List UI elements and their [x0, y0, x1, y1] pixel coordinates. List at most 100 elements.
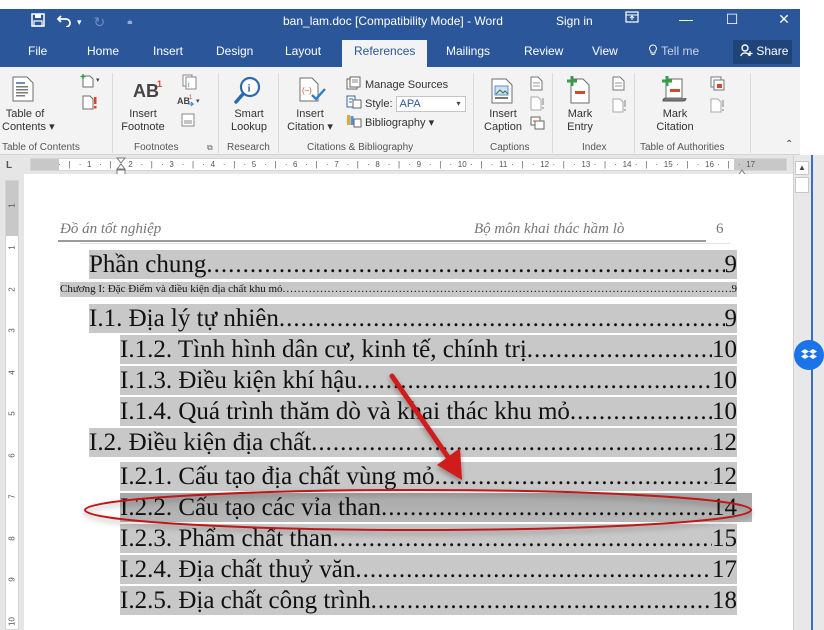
ruler-tick-mark: | — [150, 160, 153, 169]
update-table-icon[interactable] — [82, 95, 98, 115]
title-bar: ▾ ↻ ⩧ ban_lam.doc [Compatibility Mode] -… — [0, 9, 800, 35]
toc-entry[interactable]: Phần chung..............................… — [89, 250, 737, 279]
tab-view[interactable]: View — [592, 44, 618, 58]
group-separator — [552, 73, 553, 153]
toc-entry[interactable]: I.2.4. Địa chất thuỷ văn................… — [120, 555, 737, 584]
toc-entry-title: I.2. Điều kiện địa chất — [89, 429, 312, 456]
horizontal-ruler[interactable]: 1 · | · 2 · | · 3 · | · 4 · | · 5 · | · 6 · | · 7 · | · 8 · | · 9 · | · 10 · |… — [30, 158, 787, 171]
ruler-tick-label: 9 — [416, 160, 422, 169]
mark-entry-icon[interactable] — [566, 76, 592, 109]
ruler-tick-mark: · — [346, 160, 350, 169]
toc-entry[interactable]: I.2.1. Cấu tạo địa chất vùng mỏ.........… — [120, 462, 737, 491]
add-text-icon[interactable]: ▾ — [80, 74, 102, 93]
insert-citation-icon[interactable]: (–) — [299, 77, 327, 108]
insert-endnote-icon[interactable]: i — [182, 74, 198, 95]
ruler-tick-mark: · — [614, 160, 617, 169]
tab-home[interactable]: Home — [87, 44, 119, 58]
toc-entry[interactable]: I.1.2. Tình hình dân cư, kinh tế, chính … — [120, 335, 737, 364]
toc-entry-page: 9 — [724, 251, 738, 278]
ruler-tick-label: 10 — [457, 160, 467, 169]
toc-entry[interactable]: I.1.4. Quá trình thăm dò và khai thác kh… — [120, 397, 737, 426]
toc-entry[interactable]: I.2.5. Địa chất công trình..............… — [120, 586, 737, 615]
tab-file[interactable]: File — [28, 44, 47, 58]
insert-citation-button[interactable]: Insert Citation ▾ — [284, 108, 336, 134]
maximize-button[interactable]: ☐ — [720, 11, 744, 28]
group-separator — [218, 73, 219, 153]
insert-index-icon[interactable] — [612, 76, 625, 96]
insert-footnote-button[interactable]: Insert Footnote — [118, 108, 168, 134]
smart-lookup-button[interactable]: Smart Lookup — [226, 108, 272, 134]
page-header-left: Đồ án tốt nghiệp — [60, 221, 162, 237]
sign-in-link[interactable]: Sign in — [556, 14, 593, 28]
window-edge — [800, 9, 824, 155]
ruler-tick-mark: | — [686, 160, 689, 169]
undo-icon[interactable] — [56, 12, 73, 32]
save-icon[interactable] — [31, 12, 45, 32]
undo-dropdown-icon[interactable]: ▾ — [77, 12, 82, 32]
insert-footnote-icon[interactable]: AB 1 — [133, 79, 163, 104]
tab-insert[interactable]: Insert — [153, 44, 183, 58]
header-rule-shadow — [80, 243, 730, 244]
update-table-of-figures-icon[interactable] — [530, 96, 545, 116]
toc-entry-page: 10 — [712, 336, 737, 363]
ruler-tick-mark: · — [593, 160, 597, 169]
mark-citation-icon[interactable] — [660, 76, 690, 109]
manage-sources-button[interactable]: Manage Sources — [346, 76, 448, 93]
mark-citation-button[interactable]: Mark Citation — [652, 108, 698, 134]
citation-style-dropdown[interactable]: APA ▾ — [395, 95, 466, 112]
tab-review[interactable]: Review — [524, 44, 563, 58]
tab-selector-icon[interactable]: L — [6, 160, 12, 171]
close-button[interactable]: ✕ — [772, 11, 796, 28]
vertical-ruler[interactable]: 1 1 2 3 4 5 6 7 8 9 10 — [5, 180, 19, 630]
update-index-icon[interactable] — [612, 98, 627, 118]
ruler-tick-mark: · — [696, 160, 700, 169]
dropbox-icon[interactable] — [794, 340, 824, 370]
ruler-tick-mark: · — [161, 160, 164, 169]
ruler-tick-mark: | — [562, 160, 565, 169]
collapse-ribbon-icon[interactable]: ⌃ — [785, 139, 793, 150]
toc-entry[interactable]: I.2.3. Phẩm chất than...................… — [120, 524, 737, 553]
scrollbar-thumb[interactable] — [795, 177, 809, 193]
toc-entry-title: I.1.2. Tình hình dân cư, kinh tế, chính … — [120, 336, 527, 363]
bibliography-button[interactable]: Bibliography ▾ — [346, 114, 434, 131]
svg-text:1: 1 — [157, 79, 162, 89]
tab-design[interactable]: Design — [216, 44, 253, 58]
table-of-contents-button[interactable]: Table of Contents ▾ — [2, 108, 55, 134]
scroll-up-arrow-icon[interactable]: ▲ — [795, 161, 809, 175]
tell-me-box[interactable]: Tell me — [648, 44, 699, 58]
update-table-of-authorities-icon[interactable] — [710, 98, 725, 118]
dropdown-caret-icon: ▾ — [456, 98, 461, 108]
cross-reference-icon[interactable] — [530, 116, 545, 135]
tab-mailings[interactable]: Mailings — [446, 44, 490, 58]
toc-entry-title: I.2.3. Phẩm chất than — [120, 525, 333, 552]
next-footnote-icon[interactable]: AB 1 ▾ — [177, 94, 203, 113]
insert-caption-button[interactable]: Insert Caption — [480, 108, 526, 134]
customize-qat-icon[interactable]: ⩧ — [127, 12, 132, 32]
insert-caption-icon[interactable] — [491, 78, 513, 109]
toc-entry[interactable]: Chương I: Đặc Điểm và điều kiện địa chất… — [60, 282, 737, 297]
toc-entry[interactable]: I.2. Điều kiện địa chất.................… — [89, 428, 737, 457]
insert-table-of-authorities-icon[interactable] — [710, 76, 725, 96]
toc-entry[interactable]: I.1. Địa lý tự nhiên....................… — [89, 304, 737, 333]
ruler-tick-mark: | — [398, 160, 401, 169]
minimize-button[interactable]: — — [674, 11, 698, 27]
table-of-contents-icon[interactable] — [12, 76, 34, 107]
vertical-scrollbar[interactable] — [793, 155, 824, 630]
ruler-tick-mark: · — [99, 160, 102, 169]
ruler-tick-label: 8 — [375, 160, 380, 169]
toc-entry-highlighted[interactable]: I.2.2. Cấu tạo các vỉa than.............… — [120, 493, 752, 522]
footnotes-dialog-launcher-icon[interactable]: ⧉ — [207, 143, 213, 153]
tab-layout[interactable]: Layout — [285, 44, 321, 58]
ruler-tick-mark: | — [68, 160, 71, 169]
redo-icon[interactable]: ↻ — [94, 12, 106, 32]
mark-entry-button[interactable]: Mark Entry — [562, 108, 598, 134]
toc-entry-page: 17 — [712, 556, 737, 583]
show-notes-icon[interactable] — [181, 113, 195, 132]
insert-table-of-figures-icon[interactable] — [530, 76, 543, 96]
toc-entry[interactable]: I.1.3. Điều kiện khí hậu................… — [120, 366, 737, 395]
smart-lookup-icon[interactable]: i — [234, 75, 262, 110]
share-button[interactable]: Share — [733, 40, 792, 64]
ribbon-display-options-icon[interactable] — [620, 11, 644, 26]
tab-references[interactable]: References — [342, 40, 428, 67]
ruler-tick-label: 6 — [7, 452, 17, 458]
